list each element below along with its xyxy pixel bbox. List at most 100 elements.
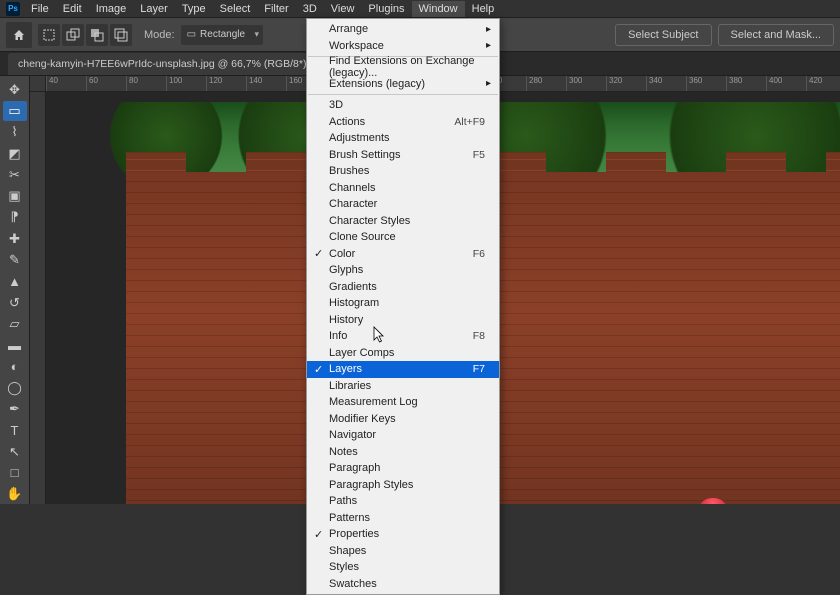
ruler-tick: 420 — [806, 76, 840, 91]
window-menu-item-shapes[interactable]: Shapes — [307, 543, 499, 560]
window-menu-item-brushes[interactable]: Brushes — [307, 163, 499, 180]
window-menu-item-3d[interactable]: 3D — [307, 97, 499, 114]
window-menu-item-paths[interactable]: Paths — [307, 493, 499, 510]
healing-tool[interactable]: ✚ — [3, 229, 27, 248]
pen-tool[interactable]: ✒ — [3, 399, 27, 418]
window-menu-item-brush-settings[interactable]: Brush SettingsF5 — [307, 147, 499, 164]
window-menu-item-layers[interactable]: LayersF7 — [307, 361, 499, 378]
frame-tool[interactable]: ▣ — [3, 186, 27, 205]
menu-item-label: Workspace — [329, 40, 384, 52]
add-selection-button[interactable] — [62, 24, 84, 46]
window-menu-item-notes[interactable]: Notes — [307, 444, 499, 461]
menu-item-label: Actions — [329, 116, 365, 128]
window-menu-item-navigator[interactable]: Navigator — [307, 427, 499, 444]
window-menu-item-channels[interactable]: Channels — [307, 180, 499, 197]
app-logo: Ps — [6, 2, 20, 16]
window-menu-item-workspace[interactable]: Workspace — [307, 38, 499, 55]
subtract-selection-button[interactable] — [86, 24, 108, 46]
window-menu-item-glyphs[interactable]: Glyphs — [307, 262, 499, 279]
window-menu-item-swatches[interactable]: Swatches — [307, 576, 499, 593]
ruler-tick: 340 — [646, 76, 686, 91]
eyedropper-tool[interactable]: ⁋ — [3, 208, 27, 227]
ruler-tick: 360 — [686, 76, 726, 91]
brush-tool[interactable]: ✎ — [3, 250, 27, 269]
ruler-tick: 400 — [766, 76, 806, 91]
shape-tool[interactable]: □ — [3, 463, 27, 482]
window-menu-item-gradients[interactable]: Gradients — [307, 279, 499, 296]
menu-item-label: Brush Settings — [329, 149, 401, 161]
window-menu-item-layer-comps[interactable]: Layer Comps — [307, 345, 499, 362]
window-menu-item-adjustments[interactable]: Adjustments — [307, 130, 499, 147]
window-menu-item-character-styles[interactable]: Character Styles — [307, 213, 499, 230]
window-menu-item-actions[interactable]: ActionsAlt+F9 — [307, 114, 499, 131]
window-menu-item-arrange[interactable]: Arrange — [307, 21, 499, 38]
menu-layer[interactable]: Layer — [133, 1, 175, 17]
menu-3d[interactable]: 3D — [296, 1, 324, 17]
select-subject-button[interactable]: Select Subject — [615, 24, 711, 46]
type-tool[interactable]: T — [3, 421, 27, 440]
menu-item-label: Histogram — [329, 297, 379, 309]
menu-window[interactable]: Window — [412, 1, 465, 17]
menu-item-label: Gradients — [329, 281, 377, 293]
tools-panel: ✥ ▭ ⌇ ◩ ✂ ▣ ⁋ ✚ ✎ ▲ ↺ ▱ ▬ ◐ ◯ ✒ T ↖ □ ✋ — [0, 76, 30, 504]
window-menu-item-info[interactable]: InfoF8 — [307, 328, 499, 345]
menu-file[interactable]: File — [24, 1, 56, 17]
select-and-mask-button[interactable]: Select and Mask... — [718, 24, 835, 46]
window-menu-item-properties[interactable]: Properties — [307, 526, 499, 543]
ruler-tick: 380 — [726, 76, 766, 91]
window-menu-item-paragraph-styles[interactable]: Paragraph Styles — [307, 477, 499, 494]
menu-separator — [308, 94, 498, 95]
eraser-tool[interactable]: ▱ — [3, 314, 27, 333]
window-menu-item-patterns[interactable]: Patterns — [307, 510, 499, 527]
menu-item-label: Navigator — [329, 429, 376, 441]
home-icon[interactable] — [6, 22, 32, 48]
window-menu-item-clone-source[interactable]: Clone Source — [307, 229, 499, 246]
move-tool[interactable]: ✥ — [3, 80, 27, 99]
menu-item-label: Measurement Log — [329, 396, 418, 408]
dodge-tool[interactable]: ◯ — [3, 378, 27, 397]
window-menu-item-find-extensions-on-exchange-legacy[interactable]: Find Extensions on Exchange (legacy)... — [307, 59, 499, 76]
window-menu-item-history[interactable]: History — [307, 312, 499, 329]
marquee-tool[interactable]: ▭ — [3, 101, 27, 120]
path-select-tool[interactable]: ↖ — [3, 442, 27, 461]
window-menu-item-styles[interactable]: Styles — [307, 559, 499, 576]
selection-mode-buttons — [38, 24, 134, 46]
window-menu-item-paragraph[interactable]: Paragraph — [307, 460, 499, 477]
menu-item-label: Properties — [329, 528, 379, 540]
document-tab-title: cheng-kamyin-H7EE6wPrIdc-unsplash.jpg @ … — [18, 58, 306, 70]
window-menu-item-histogram[interactable]: Histogram — [307, 295, 499, 312]
menu-type[interactable]: Type — [175, 1, 213, 17]
menu-item-label: Paths — [329, 495, 357, 507]
window-menu-item-libraries[interactable]: Libraries — [307, 378, 499, 395]
gradient-tool[interactable]: ▬ — [3, 336, 27, 355]
history-brush-tool[interactable]: ↺ — [3, 293, 27, 312]
new-selection-button[interactable] — [38, 24, 60, 46]
vertical-ruler — [30, 92, 46, 504]
menu-item-label: Modifier Keys — [329, 413, 396, 425]
hand-tool[interactable]: ✋ — [3, 485, 27, 504]
blur-tool[interactable]: ◐ — [3, 357, 27, 376]
menu-view[interactable]: View — [324, 1, 362, 17]
lasso-tool[interactable]: ⌇ — [3, 123, 27, 142]
stamp-tool[interactable]: ▲ — [3, 272, 27, 291]
ruler-tick: 320 — [606, 76, 646, 91]
menu-plugins[interactable]: Plugins — [361, 1, 411, 17]
menu-image[interactable]: Image — [89, 1, 134, 17]
menubar: Ps FileEditImageLayerTypeSelectFilter3DV… — [0, 0, 840, 18]
document-tab[interactable]: cheng-kamyin-H7EE6wPrIdc-unsplash.jpg @ … — [8, 53, 329, 75]
crop-tool[interactable]: ✂ — [3, 165, 27, 184]
menu-filter[interactable]: Filter — [257, 1, 295, 17]
object-select-tool[interactable]: ◩ — [3, 144, 27, 163]
menu-item-shortcut: F7 — [473, 363, 485, 375]
window-menu-item-extensions-legacy[interactable]: Extensions (legacy) — [307, 76, 499, 93]
window-menu-item-measurement-log[interactable]: Measurement Log — [307, 394, 499, 411]
menu-help[interactable]: Help — [465, 1, 502, 17]
window-menu-item-color[interactable]: ColorF6 — [307, 246, 499, 263]
intersect-selection-button[interactable] — [110, 24, 132, 46]
window-menu-item-modifier-keys[interactable]: Modifier Keys — [307, 411, 499, 428]
menu-select[interactable]: Select — [213, 1, 258, 17]
mode-dropdown[interactable]: ▭Rectangle — [181, 25, 263, 45]
menu-edit[interactable]: Edit — [56, 1, 89, 17]
window-menu-item-character[interactable]: Character — [307, 196, 499, 213]
menu-item-label: Paragraph Styles — [329, 479, 413, 491]
